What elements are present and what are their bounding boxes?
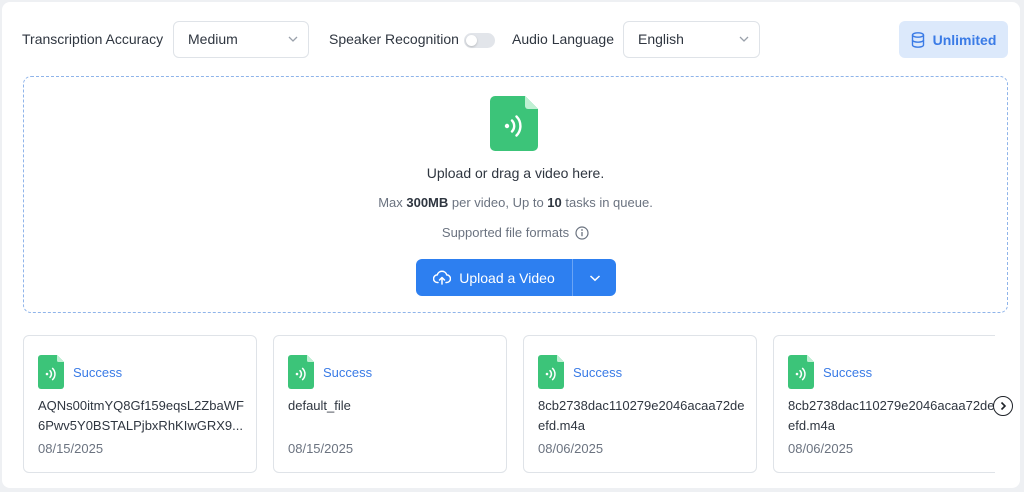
chevron-down-icon — [739, 36, 749, 42]
toggle-knob — [466, 35, 477, 46]
language-select[interactable]: English — [623, 21, 760, 58]
recent-files-list: Success AQNs00itmYQ8Gf159eqsL2ZbaWF6Pwv5… — [23, 335, 995, 474]
upload-dropzone[interactable]: Upload or drag a video here. Max 300MB p… — [23, 76, 1008, 313]
file-date: 08/15/2025 — [38, 441, 104, 456]
file-status: Success — [323, 365, 373, 380]
audio-file-icon — [38, 355, 64, 389]
upload-video-button-group: Upload a Video — [416, 259, 616, 296]
file-date: 08/06/2025 — [788, 441, 854, 456]
info-icon[interactable] — [575, 225, 589, 240]
file-status: Success — [73, 365, 123, 380]
audio-file-icon — [490, 96, 538, 151]
language-label: Audio Language — [512, 31, 614, 47]
speaker-toggle[interactable] — [464, 33, 495, 48]
file-date: 08/06/2025 — [538, 441, 604, 456]
file-name: 8cb2738dac110279e2046acaa72deefd.m4a — [538, 398, 745, 433]
chevron-down-icon — [288, 36, 298, 42]
formats-label: Supported file formats — [441, 225, 570, 240]
upload-title: Upload or drag a video here. — [426, 165, 605, 181]
chevron-right-icon — [1000, 401, 1007, 411]
transcription-panel: Transcription Accuracy Medium Speaker Re… — [2, 2, 1020, 488]
audio-file-icon — [288, 355, 314, 389]
upload-limit-text: Max 300MB per video, Up to 10 tasks in q… — [24, 195, 1007, 210]
accuracy-value: Medium — [188, 31, 238, 47]
file-card[interactable]: Success 8cb2738dac110279e2046acaa72deefd… — [523, 335, 757, 473]
file-card[interactable]: Success default_file 08/15/2025 — [273, 335, 507, 473]
language-value: English — [638, 31, 684, 47]
cloud-upload-icon — [433, 270, 452, 285]
limit-prefix: Max — [378, 195, 407, 210]
file-name: 8cb2738dac110279e2046acaa72deefd.m4a — [788, 398, 995, 433]
limit-size: 300MB — [406, 195, 449, 210]
file-date: 08/15/2025 — [288, 441, 354, 456]
limit-mid: per video, Up to — [448, 195, 548, 210]
chevron-down-icon — [589, 274, 600, 281]
file-name: AQNs00itmYQ8Gf159eqsL2ZbaWF6Pwv5Y0BSTALP… — [38, 398, 244, 433]
file-status: Success — [823, 365, 873, 380]
speaker-label: Speaker Recognition — [329, 31, 459, 47]
limit-suffix: tasks in queue. — [561, 195, 653, 210]
file-status: Success — [573, 365, 623, 380]
accuracy-label: Transcription Accuracy — [22, 31, 164, 47]
file-card[interactable]: Success AQNs00itmYQ8Gf159eqsL2ZbaWF6Pwv5… — [23, 335, 257, 473]
file-name: default_file — [288, 398, 351, 413]
accuracy-select[interactable]: Medium — [173, 21, 309, 58]
limit-count: 10 — [547, 195, 562, 210]
audio-file-icon — [788, 355, 814, 389]
audio-file-icon — [538, 355, 564, 389]
plan-label: Unlimited — [932, 31, 997, 48]
supported-formats[interactable]: Supported file formats — [24, 225, 1007, 240]
upload-video-button[interactable]: Upload a Video — [416, 259, 573, 296]
file-card[interactable]: Success 8cb2738dac110279e2046acaa72deefd… — [773, 335, 995, 473]
settings-toolbar: Transcription Accuracy Medium Speaker Re… — [22, 21, 1008, 58]
upload-options-dropdown[interactable] — [573, 259, 616, 296]
database-icon — [911, 31, 924, 48]
next-page-button[interactable] — [993, 396, 1013, 416]
upload-button-label: Upload a Video — [459, 269, 555, 286]
plan-badge[interactable]: Unlimited — [899, 21, 1008, 58]
